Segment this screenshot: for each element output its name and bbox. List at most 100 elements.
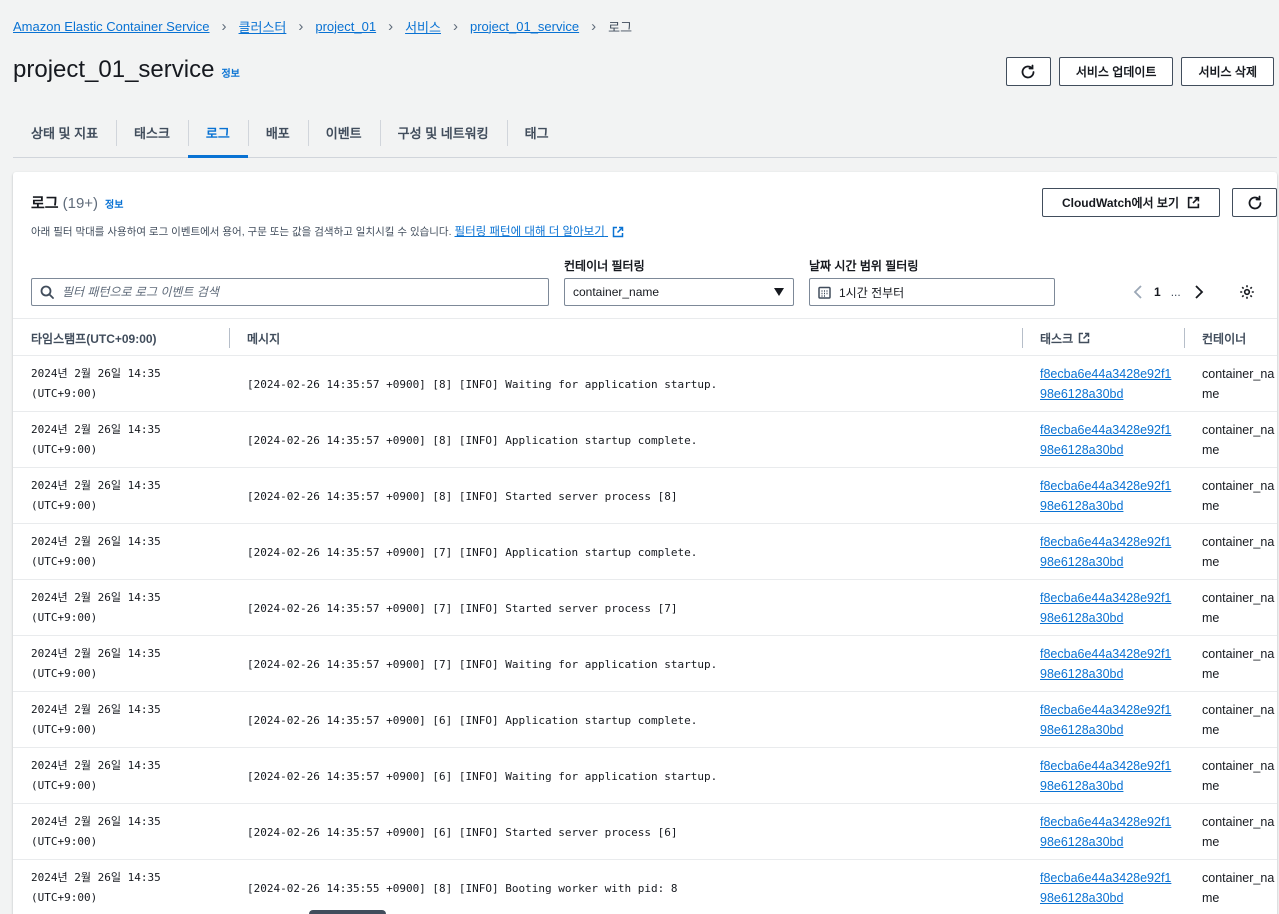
next-page-button[interactable] xyxy=(1187,280,1211,304)
breadcrumb: Amazon Elastic Container Service › 클러스터 … xyxy=(13,15,632,37)
timestamp-date: 2024년 2월 26일 14:35 xyxy=(31,479,161,492)
external-link-icon xyxy=(1078,332,1090,344)
table-row: 2024년 2월 26일 14:35 (UTC+9:00) [2024-02-26 … xyxy=(13,748,1277,804)
task-link[interactable]: f8ecba6e44a3428e92f198e6128a30bd xyxy=(1040,644,1175,684)
delete-service-button[interactable]: 서비스 삭제 xyxy=(1181,57,1274,86)
container-cell: container_name xyxy=(1202,815,1275,849)
chevron-right-icon: › xyxy=(452,17,458,35)
logs-refresh-button[interactable] xyxy=(1232,188,1277,217)
task-link[interactable]: f8ecba6e44a3428e92f198e6128a30bd xyxy=(1040,532,1175,572)
update-service-button[interactable]: 서비스 업데이트 xyxy=(1058,57,1174,86)
logs-count: (19+) xyxy=(62,195,99,212)
table-row: 2024년 2월 26일 14:35 (UTC+9:00) [2024-02-26 … xyxy=(13,468,1277,524)
tab-tasks[interactable]: 태스크 xyxy=(116,108,188,157)
learn-filter-patterns-link[interactable]: 필터링 패턴에 대해 더 알아보기 xyxy=(455,223,625,239)
timestamp-date: 2024년 2월 26일 14:35 xyxy=(31,423,161,436)
task-link[interactable]: f8ecba6e44a3428e92f198e6128a30bd xyxy=(1040,812,1175,852)
chevron-left-icon xyxy=(1133,285,1142,299)
task-cell: f8ecba6e44a3428e92f198e6128a30bd xyxy=(1040,748,1175,804)
column-header-task[interactable]: 태스크 xyxy=(1040,319,1090,357)
container-cell: container_name xyxy=(1202,871,1275,905)
chevron-right-icon xyxy=(1195,285,1203,299)
timestamp-cell: 2024년 2월 26일 14:35 (UTC+9:00) xyxy=(31,748,231,804)
external-link-icon xyxy=(1187,196,1200,209)
task-link[interactable]: f8ecba6e44a3428e92f198e6128a30bd xyxy=(1040,364,1175,404)
column-header-timestamp[interactable]: 타임스탬프(UTC+09:00) xyxy=(31,319,157,357)
timestamp-cell: 2024년 2월 26일 14:35 (UTC+9:00) xyxy=(31,356,231,412)
tab-health[interactable]: 상태 및 지표 xyxy=(13,108,116,157)
message-cell: [2024-02-26 14:35:57 +0900] [6] [INFO] W… xyxy=(247,769,718,783)
task-cell: f8ecba6e44a3428e92f198e6128a30bd xyxy=(1040,636,1175,692)
task-link[interactable]: f8ecba6e44a3428e92f198e6128a30bd xyxy=(1040,756,1175,796)
horizontal-scrollbar[interactable] xyxy=(309,910,386,914)
column-divider[interactable] xyxy=(1022,328,1023,348)
column-divider[interactable] xyxy=(229,328,230,348)
tab-bar: 상태 및 지표 태스크 로그 배포 이벤트 구성 및 네트워킹 태그 xyxy=(13,108,1277,158)
container-cell: container_name xyxy=(1202,647,1275,681)
tab-deployments[interactable]: 배포 xyxy=(247,108,308,157)
logs-info-link[interactable]: 정보 xyxy=(105,196,123,211)
task-cell: f8ecba6e44a3428e92f198e6128a30bd xyxy=(1040,580,1175,636)
logs-description-text: 아래 필터 막대를 사용하여 로그 이벤트에서 용어, 구문 또는 값을 검색하… xyxy=(31,225,452,238)
timestamp-timezone: (UTC+9:00) xyxy=(31,835,98,848)
task-link[interactable]: f8ecba6e44a3428e92f198e6128a30bd xyxy=(1040,700,1175,740)
calendar-icon xyxy=(818,286,831,299)
page-title-container: project_01_service 정보 xyxy=(13,56,240,84)
table-settings-button[interactable] xyxy=(1235,278,1259,306)
task-link[interactable]: f8ecba6e44a3428e92f198e6128a30bd xyxy=(1040,476,1175,516)
message-cell: [2024-02-26 14:35:57 +0900] [7] [INFO] A… xyxy=(247,545,698,559)
task-link[interactable]: f8ecba6e44a3428e92f198e6128a30bd xyxy=(1040,420,1175,460)
logs-actions: CloudWatch에서 보기 xyxy=(1042,188,1277,217)
timestamp-timezone: (UTC+9:00) xyxy=(31,891,98,904)
task-cell: f8ecba6e44a3428e92f198e6128a30bd xyxy=(1040,524,1175,580)
info-link[interactable]: 정보 xyxy=(221,65,239,80)
table-row: 2024년 2월 26일 14:35 (UTC+9:00) [2024-02-26 … xyxy=(13,804,1277,860)
external-link-icon xyxy=(612,226,624,238)
breadcrumb-cluster[interactable]: project_01 xyxy=(315,19,376,34)
logs-table: 타임스탬프(UTC+09:00) 메시지 태스크 컨테이너 2024년 2월 2… xyxy=(13,318,1277,914)
pagination: 1 ... xyxy=(1126,278,1211,306)
timestamp-timezone: (UTC+9:00) xyxy=(31,387,98,400)
logs-title: 로그 (19+) 정보 xyxy=(31,192,123,213)
tab-logs[interactable]: 로그 xyxy=(187,108,248,158)
container-filter-label: 컨테이너 필터링 xyxy=(564,259,645,273)
chevron-right-icon: › xyxy=(298,17,304,35)
refresh-button[interactable] xyxy=(1005,57,1051,86)
date-range-filter[interactable]: 1시간 전부터 xyxy=(809,278,1055,306)
log-search-box xyxy=(31,278,549,306)
table-row: 2024년 2월 26일 14:35 (UTC+9:00) [2024-02-26 … xyxy=(13,412,1277,468)
message-cell: [2024-02-26 14:35:57 +0900] [6] [INFO] A… xyxy=(247,713,698,727)
learn-more-label: 필터링 패턴에 대해 더 알아보기 xyxy=(454,226,605,238)
gear-icon xyxy=(1240,285,1254,299)
task-link[interactable]: f8ecba6e44a3428e92f198e6128a30bd xyxy=(1040,868,1175,908)
breadcrumb-ecs[interactable]: Amazon Elastic Container Service xyxy=(13,19,210,34)
date-filter-value: 1시간 전부터 xyxy=(839,285,905,300)
column-header-container[interactable]: 컨테이너 xyxy=(1202,319,1246,357)
breadcrumb-clusters[interactable]: 클러스터 xyxy=(239,17,287,36)
column-header-message[interactable]: 메시지 xyxy=(247,319,280,357)
page-number[interactable]: 1 xyxy=(1154,285,1161,299)
breadcrumb-services[interactable]: 서비스 xyxy=(405,17,441,36)
breadcrumb-current: 로그 xyxy=(608,19,633,35)
timestamp-timezone: (UTC+9:00) xyxy=(31,779,98,792)
tab-configuration[interactable]: 구성 및 네트워킹 xyxy=(379,108,507,157)
task-link[interactable]: f8ecba6e44a3428e92f198e6128a30bd xyxy=(1040,588,1175,628)
view-in-cloudwatch-button[interactable]: CloudWatch에서 보기 xyxy=(1042,188,1220,217)
timestamp-date: 2024년 2월 26일 14:35 xyxy=(31,367,161,380)
previous-page-button[interactable] xyxy=(1126,280,1150,304)
message-cell: [2024-02-26 14:35:57 +0900] [6] [INFO] S… xyxy=(247,825,678,839)
timestamp-cell: 2024년 2월 26일 14:35 (UTC+9:00) xyxy=(31,412,231,468)
cloudwatch-label: CloudWatch에서 보기 xyxy=(1061,196,1180,210)
task-cell: f8ecba6e44a3428e92f198e6128a30bd xyxy=(1040,468,1175,524)
message-cell: [2024-02-26 14:35:57 +0900] [7] [INFO] W… xyxy=(247,657,718,671)
timestamp-date: 2024년 2월 26일 14:35 xyxy=(31,535,161,548)
log-search-input[interactable] xyxy=(62,285,532,299)
timestamp-date: 2024년 2월 26일 14:35 xyxy=(31,703,161,716)
tab-events[interactable]: 이벤트 xyxy=(307,108,380,157)
task-cell: f8ecba6e44a3428e92f198e6128a30bd xyxy=(1040,804,1175,860)
breadcrumb-service[interactable]: project_01_service xyxy=(470,19,579,34)
container-cell: container_name xyxy=(1202,703,1275,737)
column-divider[interactable] xyxy=(1184,328,1185,348)
container-filter-select[interactable]: container_name xyxy=(564,278,794,306)
tab-tags[interactable]: 태그 xyxy=(506,108,567,157)
